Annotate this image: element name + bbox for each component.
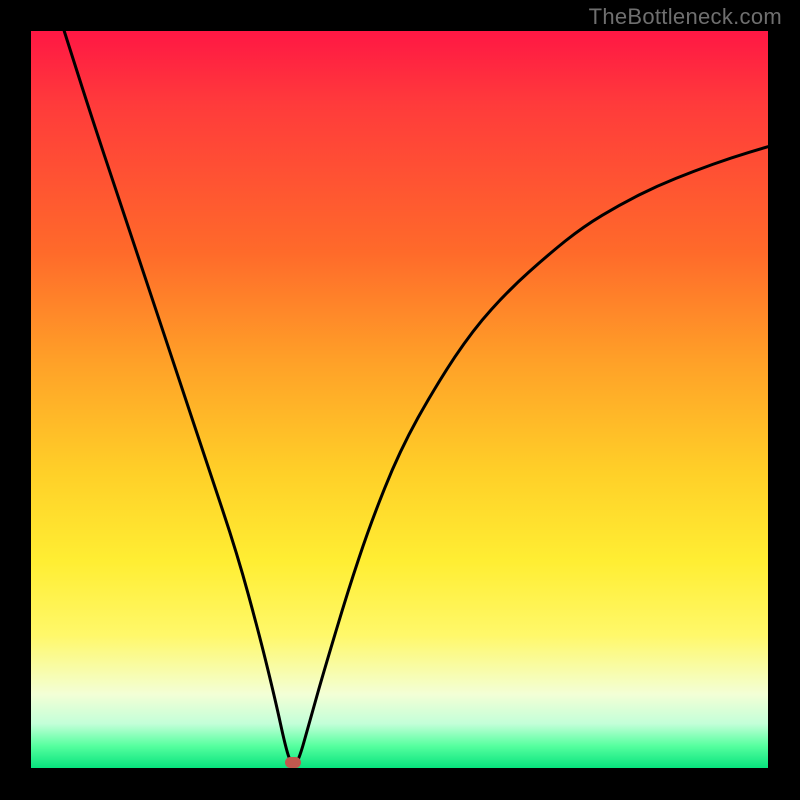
bottleneck-curve [64,31,768,764]
chart-frame: TheBottleneck.com [0,0,800,800]
watermark-text: TheBottleneck.com [589,4,782,30]
optimal-marker [285,757,301,768]
curve-layer [0,0,800,800]
